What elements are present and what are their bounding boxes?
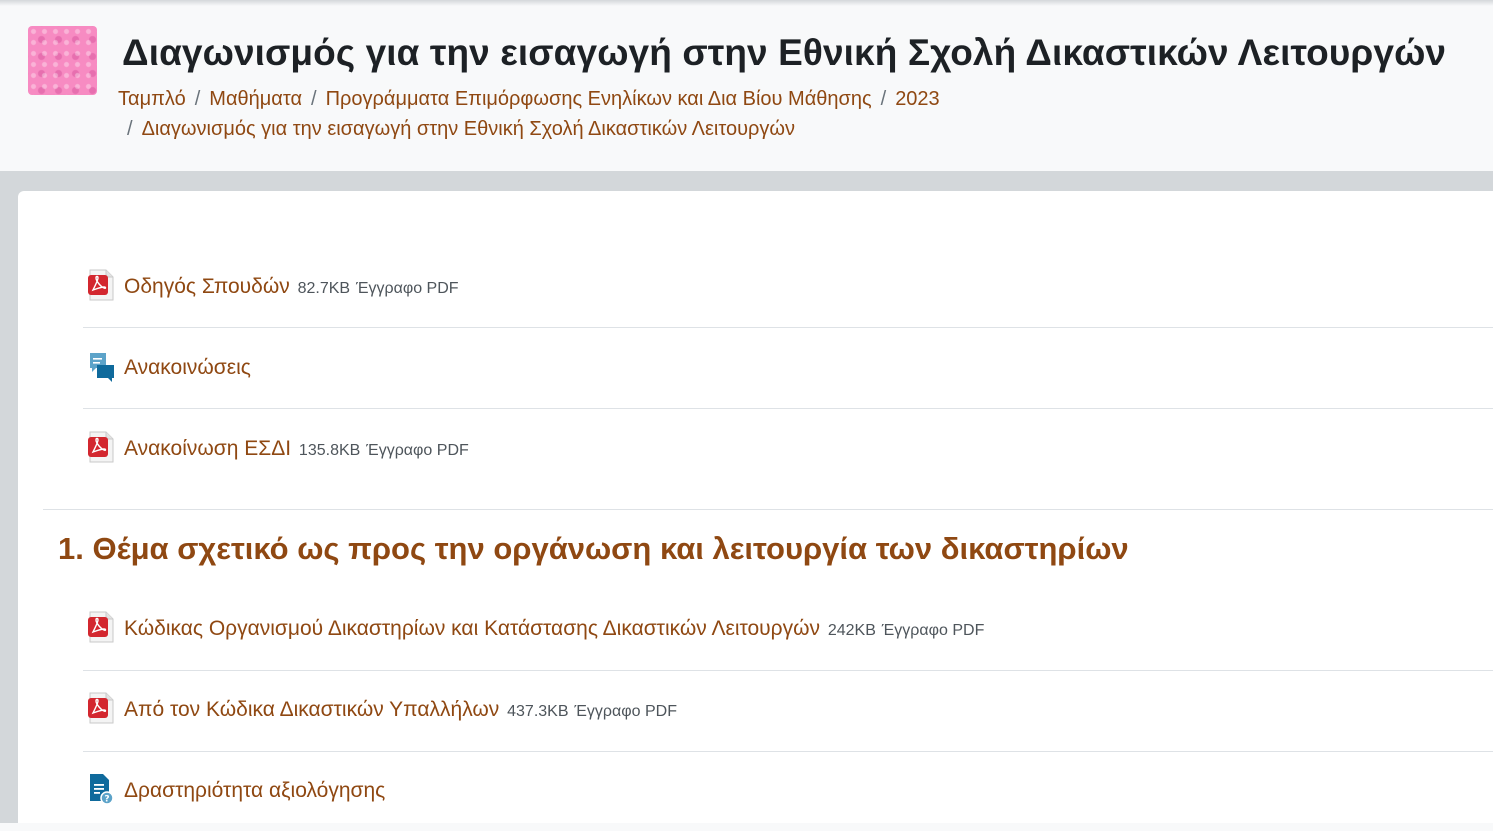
page-header: Διαγωνισμός για την εισαγωγή στην Εθνική…: [0, 0, 1493, 171]
file-size: 135.8KB: [298, 442, 361, 459]
activity-link[interactable]: Ανακοίνωση ΕΣΔΙ: [124, 437, 291, 460]
file-type: Έγγραφο PDF: [881, 622, 985, 639]
section-divider: [43, 509, 1493, 510]
activity-announcements[interactable]: Ανακοινώσεις: [83, 328, 1493, 408]
file-size: 437.3KB: [507, 703, 569, 720]
activity-study-guide[interactable]: Οδηγός Σπουδών 82.7KB Έγγραφο PDF: [83, 247, 1493, 327]
activity-link[interactable]: Ανακοινώσεις: [124, 356, 251, 379]
activity-esdi-announcement[interactable]: Ανακοίνωση ΕΣΔΙ 135.8KB Έγγραφο PDF: [83, 409, 1493, 489]
forum-icon: [87, 350, 115, 382]
quiz-icon: ?: [87, 773, 115, 805]
breadcrumb-year[interactable]: 2023: [895, 88, 940, 110]
activity-link[interactable]: Κώδικας Οργανισμού Δικαστηρίων και Κατάσ…: [124, 617, 820, 640]
activity-court-employees-code[interactable]: Από τον Κώδικα Δικαστικών Υπαλλήλων 437.…: [83, 670, 1493, 750]
breadcrumb-course[interactable]: Διαγωνισμός για την εισαγωγή στην Εθνική…: [142, 118, 796, 140]
activity-link[interactable]: Οδηγός Σπουδών: [124, 275, 290, 298]
activity-assessment[interactable]: ? Δραστηριότητα αξιολόγησης: [83, 751, 1493, 831]
breadcrumb-separator: /: [880, 88, 887, 110]
course-image: [28, 26, 97, 95]
pdf-icon: [87, 611, 115, 643]
breadcrumb-separator: /: [194, 88, 201, 110]
course-content: Οδηγός Σπουδών 82.7KB Έγγραφο PDF Ανακοι…: [18, 191, 1493, 823]
pdf-icon: [87, 269, 115, 301]
svg-text:?: ?: [104, 795, 109, 805]
section-title: 1. Θέμα σχετικό ως προς την οργάνωση και…: [58, 531, 1129, 566]
file-size: 242KB: [827, 622, 876, 639]
breadcrumb-category[interactable]: Προγράμματα Επιμόρφωσης Ενηλίκων και Δια…: [326, 88, 872, 110]
top-shadow: [0, 0, 1493, 6]
breadcrumb-dashboard[interactable]: Ταμπλό: [118, 88, 186, 110]
file-type: Έγγραφο PDF: [366, 442, 469, 459]
activity-link[interactable]: Από τον Κώδικα Δικαστικών Υπαλλήλων: [124, 698, 499, 721]
file-size: 82.7KB: [297, 280, 351, 297]
file-type: Έγγραφο PDF: [574, 703, 677, 720]
breadcrumb-courses[interactable]: Μαθήματα: [209, 88, 302, 110]
pdf-icon: [87, 692, 115, 724]
pdf-icon: [87, 431, 115, 463]
breadcrumb: Ταμπλό / Μαθήματα / Προγράμματα Επιμόρφωσης …: [118, 84, 998, 144]
page-title: Διαγωνισμός για την εισαγωγή στην Εθνική…: [122, 32, 1447, 73]
file-type: Έγγραφο PDF: [355, 280, 459, 297]
breadcrumb-separator: /: [127, 118, 133, 140]
breadcrumb-separator: /: [311, 88, 317, 110]
activity-link[interactable]: Δραστηριότητα αξιολόγησης: [124, 779, 385, 802]
activity-court-code[interactable]: Κώδικας Οργανισμού Δικαστηρίων και Κατάσ…: [83, 589, 1493, 669]
